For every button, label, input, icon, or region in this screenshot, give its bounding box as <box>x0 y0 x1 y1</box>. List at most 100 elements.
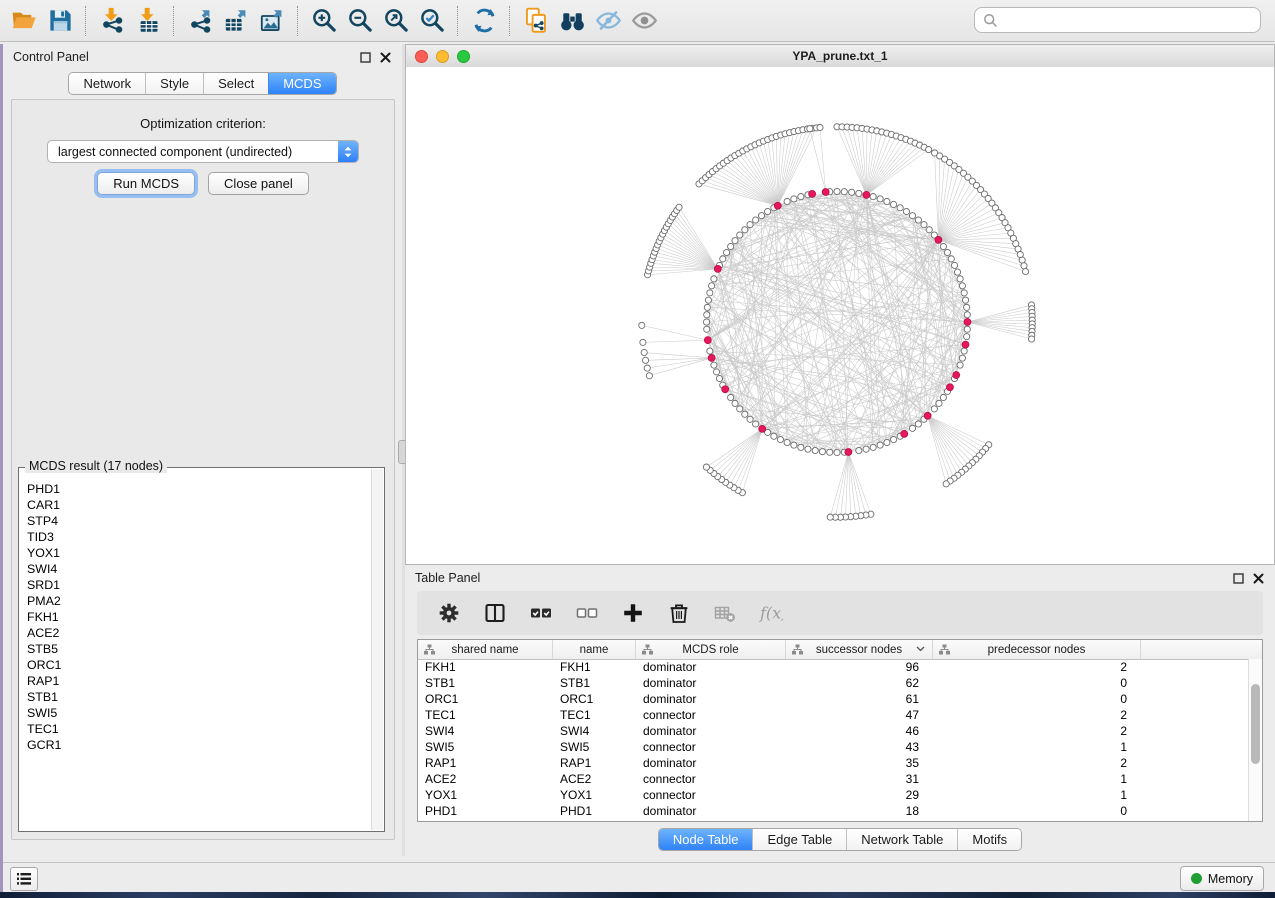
mcds-result-item[interactable]: TEC1 <box>20 721 371 737</box>
zoom-fit-button[interactable] <box>378 3 414 39</box>
mcds-result-item[interactable]: YOX1 <box>20 545 371 561</box>
export-network-button[interactable] <box>182 3 218 39</box>
cell[interactable]: YOX1 <box>418 788 553 802</box>
cell[interactable]: 46 <box>786 724 933 738</box>
table-options-gear-button[interactable] <box>434 598 464 628</box>
table-row[interactable]: TEC1TEC1connector472 <box>418 707 1249 723</box>
cell[interactable]: ORC1 <box>418 692 553 706</box>
cell[interactable]: STB1 <box>418 676 553 690</box>
mcds-result-item[interactable]: ACE2 <box>20 625 371 641</box>
cell[interactable]: 0 <box>933 804 1141 818</box>
zoom-out-button[interactable] <box>342 3 378 39</box>
network-graph[interactable] <box>406 67 1274 564</box>
cell[interactable]: 1 <box>933 740 1141 754</box>
cell[interactable]: STB1 <box>553 676 636 690</box>
zoom-in-button[interactable] <box>306 3 342 39</box>
column-header-predecessor-nodes[interactable]: predecessor nodes <box>933 640 1141 659</box>
table-row[interactable]: YOX1YOX1connector291 <box>418 787 1249 803</box>
find-binoculars-button[interactable] <box>554 3 590 39</box>
cell[interactable]: 0 <box>933 692 1141 706</box>
cell[interactable]: dominator <box>636 804 786 818</box>
close-panel-button[interactable]: Close panel <box>208 172 309 195</box>
table-row[interactable]: RAP1RAP1dominator352 <box>418 755 1249 771</box>
save-session-button[interactable] <box>42 3 78 39</box>
mcds-result-item[interactable]: ORC1 <box>20 657 371 673</box>
refresh-view-button[interactable] <box>466 3 502 39</box>
float-panel-icon[interactable] <box>358 50 372 64</box>
cell[interactable]: connector <box>636 708 786 722</box>
zoom-selected-button[interactable] <box>414 3 450 39</box>
cell[interactable]: SWI4 <box>418 724 553 738</box>
hide-selected-eye-button[interactable] <box>590 3 626 39</box>
close-panel-icon[interactable] <box>378 50 392 64</box>
table-tab-network-table[interactable]: Network Table <box>846 829 957 850</box>
close-table-panel-icon[interactable] <box>1251 571 1265 585</box>
cell[interactable]: SWI4 <box>553 724 636 738</box>
cell[interactable]: connector <box>636 772 786 786</box>
cell[interactable]: FKH1 <box>418 660 553 674</box>
mcds-result-item[interactable]: STP4 <box>20 513 371 529</box>
cell[interactable]: 1 <box>933 772 1141 786</box>
cell[interactable]: FKH1 <box>553 660 636 674</box>
cell[interactable]: connector <box>636 788 786 802</box>
mcds-result-item[interactable]: CAR1 <box>20 497 371 513</box>
delete-entry-button[interactable] <box>664 598 694 628</box>
cell[interactable]: RAP1 <box>418 756 553 770</box>
show-all-eye-button[interactable] <box>626 3 662 39</box>
cell[interactable]: 0 <box>933 676 1141 690</box>
tab-style[interactable]: Style <box>145 73 203 94</box>
cell[interactable]: 61 <box>786 692 933 706</box>
table-row[interactable]: ORC1ORC1dominator610 <box>418 691 1249 707</box>
cell[interactable]: dominator <box>636 756 786 770</box>
cell[interactable]: 29 <box>786 788 933 802</box>
cell[interactable]: 1 <box>933 788 1141 802</box>
tab-mcds[interactable]: MCDS <box>268 73 335 94</box>
import-network-button[interactable] <box>94 3 130 39</box>
cell[interactable]: SWI5 <box>418 740 553 754</box>
mcds-result-item[interactable]: SWI4 <box>20 561 371 577</box>
cell[interactable]: ORC1 <box>553 692 636 706</box>
table-row[interactable]: SWI4SWI4dominator462 <box>418 723 1249 739</box>
cell[interactable]: dominator <box>636 692 786 706</box>
cell[interactable]: 18 <box>786 804 933 818</box>
table-scrollbar-thumb[interactable] <box>1251 684 1260 764</box>
dropdown-stepper-icon[interactable] <box>338 141 358 162</box>
export-image-button[interactable] <box>254 3 290 39</box>
mcds-result-item[interactable]: TID3 <box>20 529 371 545</box>
clone-network-button[interactable] <box>518 3 554 39</box>
cell[interactable]: 96 <box>786 660 933 674</box>
column-header-name[interactable]: name <box>553 640 636 659</box>
cell[interactable]: dominator <box>636 676 786 690</box>
table-tab-edge-table[interactable]: Edge Table <box>752 829 846 850</box>
cell[interactable]: TEC1 <box>553 708 636 722</box>
mcds-result-item[interactable]: GCR1 <box>20 737 371 753</box>
mcds-result-item[interactable]: STB1 <box>20 689 371 705</box>
cell[interactable]: 62 <box>786 676 933 690</box>
import-table-button[interactable] <box>130 3 166 39</box>
cell[interactable]: 2 <box>933 660 1141 674</box>
mcds-result-item[interactable]: SWI5 <box>20 705 371 721</box>
mcds-result-item[interactable]: STB5 <box>20 641 371 657</box>
table-tab-motifs[interactable]: Motifs <box>957 829 1021 850</box>
cell[interactable]: dominator <box>636 724 786 738</box>
export-table-button[interactable] <box>218 3 254 39</box>
mcds-result-item[interactable]: PHD1 <box>20 481 371 497</box>
cell[interactable]: 2 <box>933 724 1141 738</box>
cell[interactable]: RAP1 <box>553 756 636 770</box>
cell[interactable]: 2 <box>933 756 1141 770</box>
memory-button[interactable]: Memory <box>1180 866 1264 891</box>
cell[interactable]: SWI5 <box>553 740 636 754</box>
show-columns-button[interactable] <box>480 598 510 628</box>
cell[interactable]: YOX1 <box>553 788 636 802</box>
cell[interactable]: 35 <box>786 756 933 770</box>
float-table-panel-icon[interactable] <box>1231 571 1245 585</box>
cell[interactable]: PHD1 <box>418 804 553 818</box>
mcds-result-item[interactable]: SRD1 <box>20 577 371 593</box>
mcds-result-item[interactable]: RAP1 <box>20 673 371 689</box>
table-row[interactable]: SWI5SWI5connector431 <box>418 739 1249 755</box>
cell[interactable]: ACE2 <box>553 772 636 786</box>
column-header-MCDS-role[interactable]: MCDS role <box>636 640 786 659</box>
cell[interactable]: 43 <box>786 740 933 754</box>
select-all-rows-button[interactable] <box>526 598 556 628</box>
mcds-result-item[interactable]: FKH1 <box>20 609 371 625</box>
